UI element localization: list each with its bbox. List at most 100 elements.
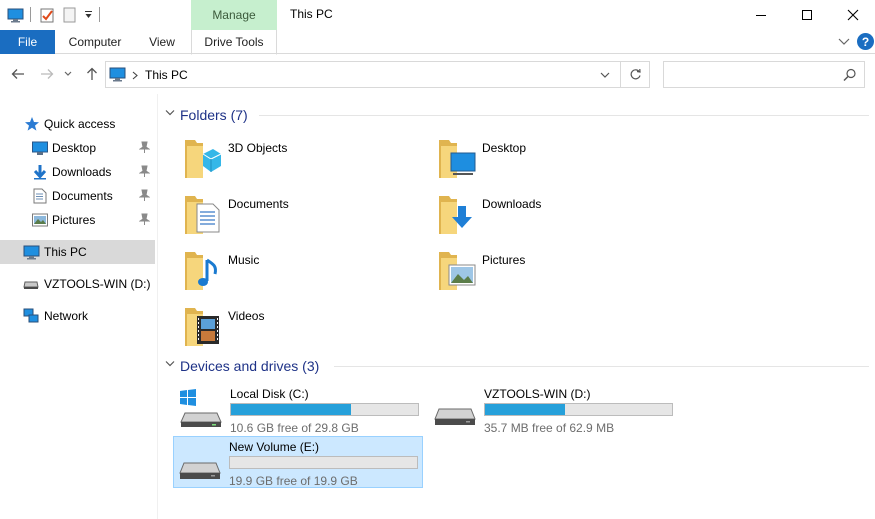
drive-icon xyxy=(179,462,221,479)
downloads-icon xyxy=(439,196,472,234)
sidebar-item-label: Pictures xyxy=(52,213,96,227)
ribbon-tabs: File Computer View Drive Tools ? xyxy=(0,30,875,55)
help-icon[interactable]: ? xyxy=(857,33,874,50)
breadcrumb-chevron-icon xyxy=(132,71,138,80)
new-folder-icon[interactable] xyxy=(60,5,78,25)
sidebar-item-network[interactable]: Network xyxy=(0,304,155,328)
up-button[interactable] xyxy=(82,64,102,84)
sidebar-item-this-pc[interactable]: This PC xyxy=(0,240,155,264)
forward-button[interactable] xyxy=(37,64,57,84)
folder-name: 3D Objects xyxy=(228,141,288,155)
breadcrumb-this-pc[interactable]: This PC xyxy=(145,68,188,82)
sidebar-item-label: Network xyxy=(44,309,89,323)
separator xyxy=(99,7,100,22)
folders-group-header[interactable]: Folders (7) xyxy=(159,104,869,126)
refresh-icon xyxy=(630,68,641,80)
forward-arrow-icon xyxy=(41,69,54,79)
sidebar-item-downloads[interactable]: Downloads xyxy=(0,160,155,184)
network-icon xyxy=(22,307,40,325)
pin-icon[interactable] xyxy=(139,189,150,202)
properties-icon[interactable] xyxy=(38,5,56,25)
tab-computer[interactable]: Computer xyxy=(60,30,130,54)
pin-icon[interactable] xyxy=(139,141,150,154)
star-icon xyxy=(23,115,41,133)
group-title: Folders (7) xyxy=(180,107,248,123)
sidebar-item-quick-access[interactable]: Quick access xyxy=(0,112,155,136)
folder-3d-objects[interactable]: 3D Objects xyxy=(183,136,433,188)
back-arrow-icon xyxy=(11,69,24,79)
manage-context-tab[interactable]: Manage xyxy=(191,0,277,30)
up-arrow-icon xyxy=(87,67,97,80)
window-title: This PC xyxy=(290,7,333,21)
documents-icon xyxy=(31,187,49,205)
folder-downloads[interactable]: Downloads xyxy=(437,192,687,244)
folder-videos[interactable]: Videos xyxy=(183,304,433,356)
customize-toolbar-icon[interactable] xyxy=(81,5,95,25)
documents-icon xyxy=(185,196,220,234)
computer-icon xyxy=(22,243,40,261)
devices-group-header[interactable]: Devices and drives (3) xyxy=(159,355,869,377)
minimize-icon xyxy=(756,15,766,16)
drive-new-volume-e[interactable]: New Volume (E:) 19.9 GB free of 19.9 GB xyxy=(173,436,423,488)
maximize-button[interactable] xyxy=(784,0,830,30)
sidebar-item-label: VZTOOLS-WIN (D:) xyxy=(44,277,151,291)
3d-objects-icon xyxy=(185,140,222,178)
sidebar-item-label: Quick access xyxy=(44,117,116,131)
pictures-icon xyxy=(31,211,49,229)
folder-pictures[interactable]: Pictures xyxy=(437,248,687,300)
drive-local-disk-c[interactable]: Local Disk (C:) 10.6 GB free of 29.8 GB xyxy=(174,383,424,435)
computer-icon xyxy=(109,67,126,82)
sidebar-item-label: Desktop xyxy=(52,141,97,155)
folder-name: Music xyxy=(228,253,260,267)
tab-view[interactable]: View xyxy=(140,30,184,54)
pin-icon[interactable] xyxy=(139,213,150,226)
folder-name: Pictures xyxy=(482,253,526,267)
tab-drive-tools[interactable]: Drive Tools xyxy=(191,30,277,55)
close-button[interactable] xyxy=(830,0,875,30)
sidebar-item-documents[interactable]: Documents xyxy=(0,184,155,208)
desktop-icon xyxy=(439,140,476,178)
windows-drive-icon xyxy=(180,389,222,427)
expand-ribbon-button[interactable] xyxy=(836,34,852,50)
refresh-button[interactable] xyxy=(621,61,650,88)
drive-usage-bar xyxy=(230,403,419,416)
computer-icon[interactable] xyxy=(6,5,24,25)
minimize-button[interactable] xyxy=(738,0,784,30)
separator xyxy=(30,7,31,22)
sidebar-item-pictures[interactable]: Pictures xyxy=(0,208,155,232)
group-title: Devices and drives (3) xyxy=(180,358,320,374)
search-input[interactable] xyxy=(663,61,865,88)
folder-name: Documents xyxy=(228,197,289,211)
recent-locations-button[interactable] xyxy=(61,64,75,84)
drive-usage-bar xyxy=(484,403,673,416)
folder-name: Downloads xyxy=(482,197,542,211)
back-button[interactable] xyxy=(8,64,28,84)
sidebar-item-desktop[interactable]: Desktop xyxy=(0,136,155,160)
navigation-pane: Quick access Desktop Downloads Documents… xyxy=(0,94,158,519)
collapse-chevron-icon[interactable] xyxy=(165,109,175,117)
music-icon xyxy=(185,252,217,290)
videos-icon xyxy=(185,308,219,346)
tab-file[interactable]: File xyxy=(0,30,55,54)
folder-name: Videos xyxy=(228,309,265,323)
pictures-icon xyxy=(439,252,476,290)
drive-usage-fill xyxy=(485,404,566,415)
drive-name: Local Disk (C:) xyxy=(230,387,309,401)
drive-name: New Volume (E:) xyxy=(229,440,320,454)
divider xyxy=(259,115,869,116)
sidebar-item-vztools-drive[interactable]: VZTOOLS-WIN (D:) xyxy=(0,272,155,296)
drive-free-space: 19.9 GB free of 19.9 GB xyxy=(229,474,358,488)
address-bar[interactable]: This PC xyxy=(105,61,621,88)
collapse-chevron-icon[interactable] xyxy=(165,360,175,368)
folder-documents[interactable]: Documents xyxy=(183,192,433,244)
desktop-icon xyxy=(31,139,49,157)
drive-free-space: 10.6 GB free of 29.8 GB xyxy=(230,421,359,435)
drive-vztools-d[interactable]: VZTOOLS-WIN (D:) 35.7 MB free of 62.9 MB xyxy=(428,383,678,435)
downloads-icon xyxy=(31,163,49,181)
address-dropdown-icon[interactable] xyxy=(600,72,610,79)
content-pane: Folders (7) 3D Objects Desktop Documents… xyxy=(159,94,875,519)
pin-icon[interactable] xyxy=(139,165,150,178)
folder-desktop[interactable]: Desktop xyxy=(437,136,687,188)
folder-music[interactable]: Music xyxy=(183,248,433,300)
folder-name: Desktop xyxy=(482,141,527,155)
